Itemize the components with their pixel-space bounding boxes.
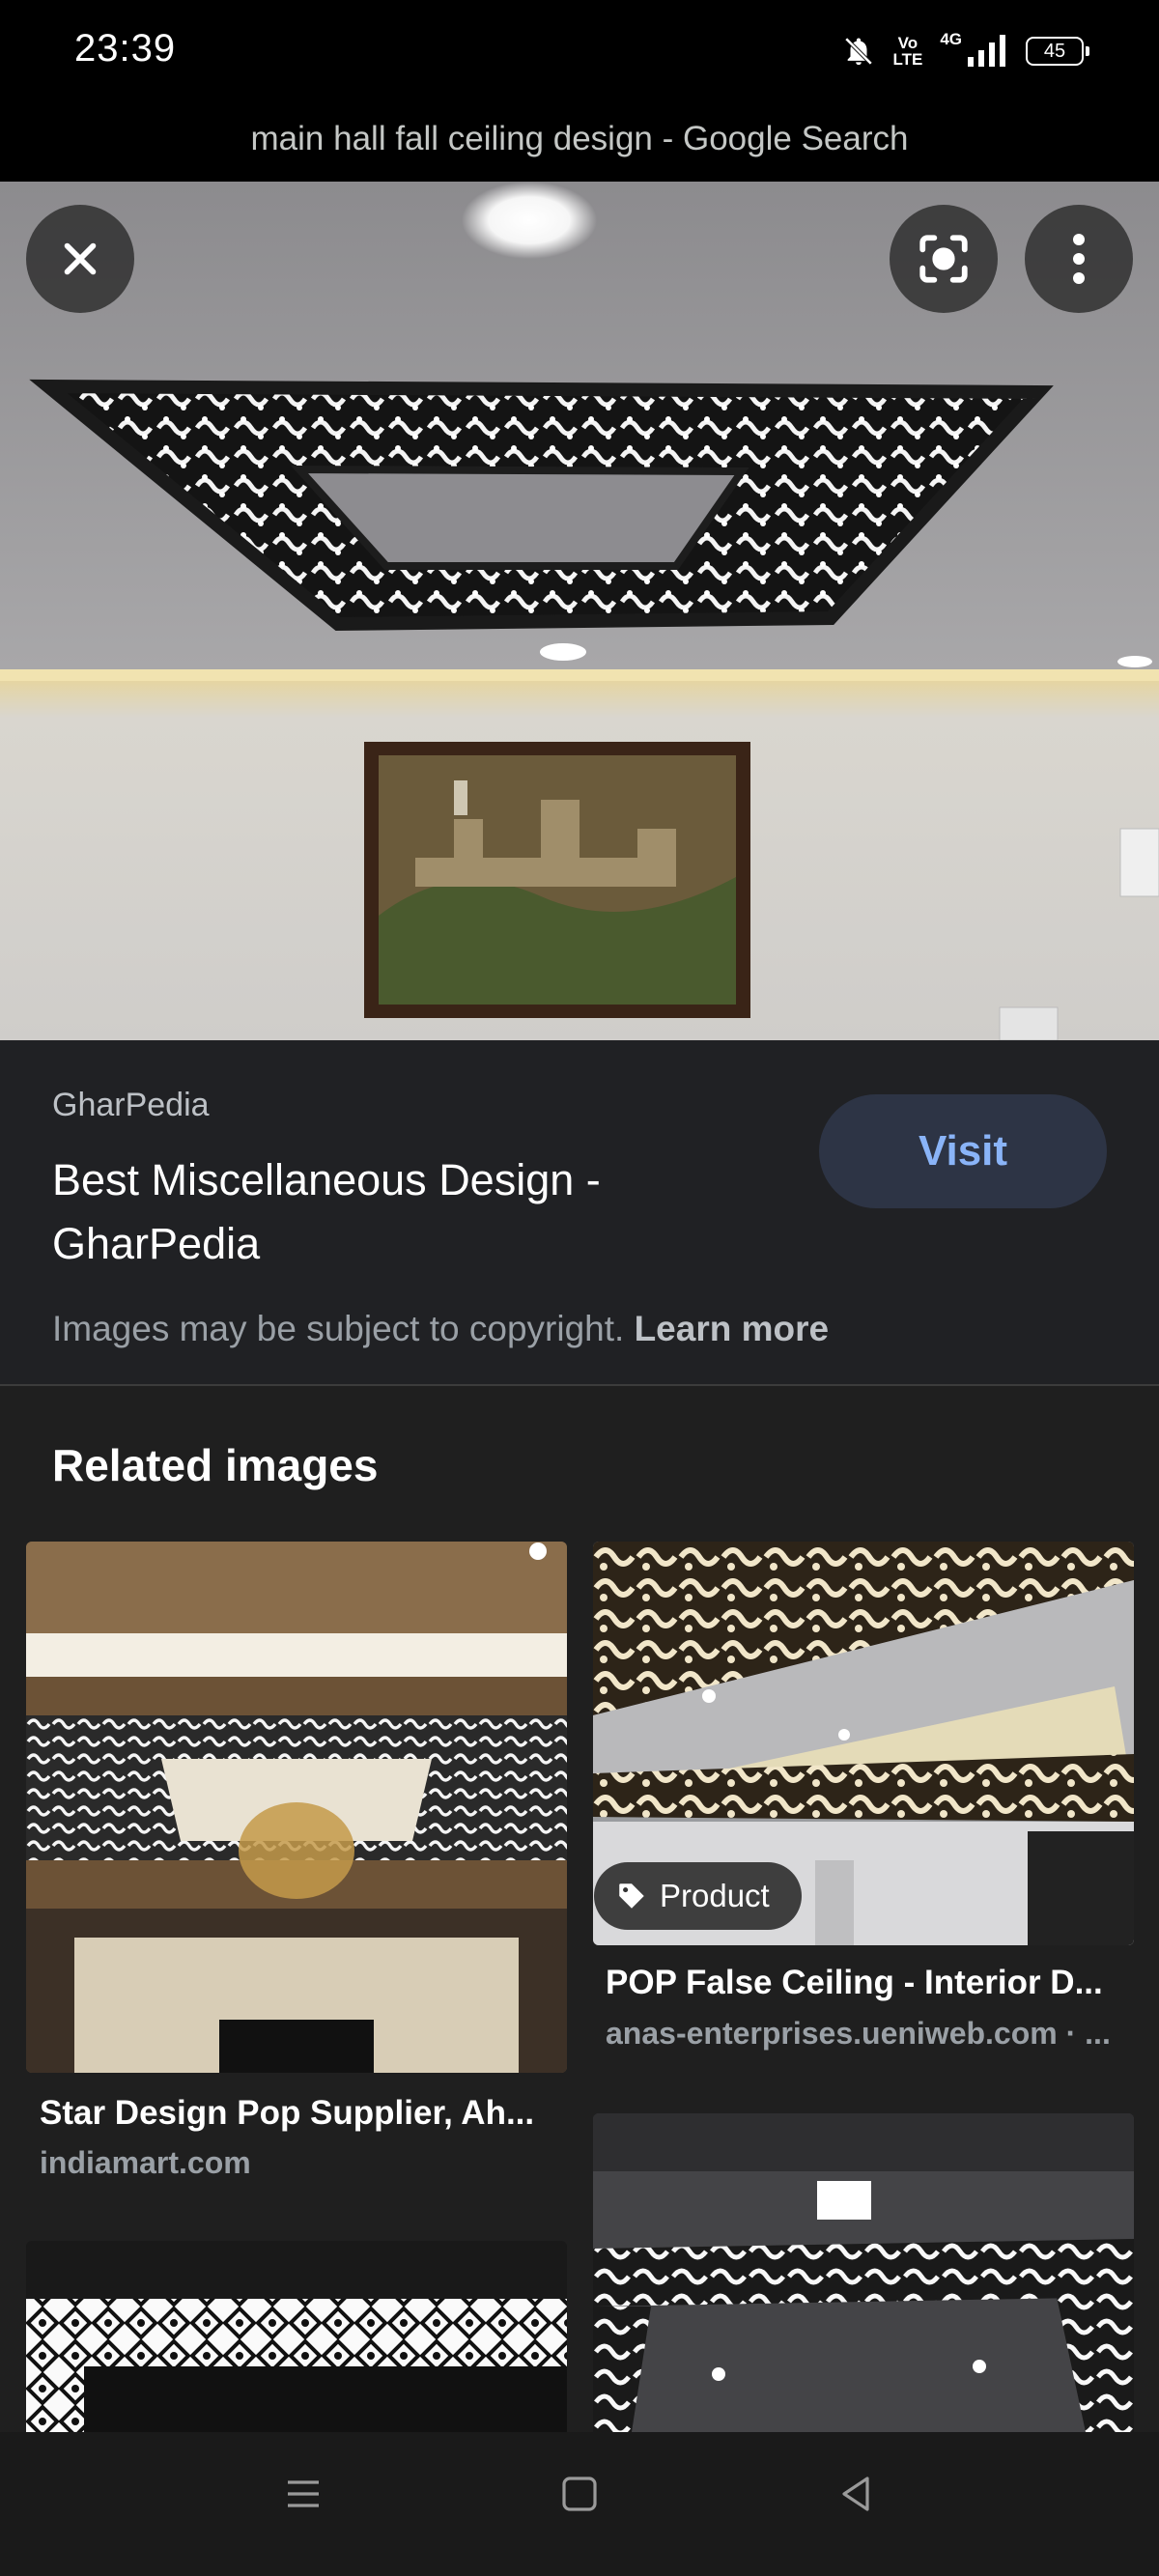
- related-image-4[interactable]: [593, 2113, 1134, 2432]
- related-domain-2: anas-enterprises.ueniweb.com · ...: [606, 2016, 1111, 2051]
- result-info-panel: GharPedia Best Miscellaneous Design - Gh…: [0, 1040, 1159, 1386]
- back-triangle-icon: [842, 2477, 869, 2511]
- status-time: 23:39: [74, 27, 177, 70]
- menu-icon: [288, 2480, 319, 2507]
- source-name[interactable]: GharPedia: [52, 1087, 210, 1124]
- related-title-1[interactable]: Star Design Pop Supplier, Ah...: [40, 2094, 534, 2133]
- tag-icon: [619, 1883, 644, 1909]
- related-image-3[interactable]: [26, 2241, 567, 2432]
- home-square-icon: [562, 2477, 597, 2511]
- visit-button[interactable]: Visit: [819, 1094, 1107, 1208]
- status-bar: 23:39 Vo LTE 4G 45: [0, 0, 1159, 106]
- related-domain-1: indiamart.com: [40, 2145, 251, 2180]
- battery-icon: 45: [1026, 37, 1089, 66]
- more-vert-icon: [1073, 234, 1085, 284]
- related-images-heading: Related images: [52, 1440, 379, 1490]
- status-icons: Vo LTE 4G 45: [842, 27, 1089, 75]
- nav-menu-button[interactable]: [280, 2471, 326, 2522]
- signal-icon: [966, 34, 1008, 69]
- close-icon: [64, 242, 97, 275]
- copyright-notice: Images may be subject to copyright. Lear…: [52, 1309, 829, 1349]
- page-title: main hall fall ceiling design - Google S…: [250, 120, 909, 157]
- volte-indicator: Vo LTE: [892, 34, 923, 69]
- product-chip: Product: [594, 1862, 802, 1930]
- nav-back-button[interactable]: [833, 2471, 879, 2522]
- result-title[interactable]: Best Miscellaneous Design - GharPedia: [52, 1148, 748, 1276]
- selected-image[interactable]: [0, 182, 1159, 1040]
- nav-home-button[interactable]: [556, 2471, 603, 2522]
- learn-more-link[interactable]: Learn more: [635, 1309, 830, 1348]
- system-nav-bar: [0, 2432, 1159, 2576]
- related-image-1[interactable]: [26, 1542, 567, 2073]
- network-type: 4G: [940, 30, 962, 48]
- mute-bell-icon: [842, 35, 875, 68]
- google-lens-button[interactable]: [890, 205, 998, 313]
- more-options-button[interactable]: [1025, 205, 1133, 313]
- title-bar: main hall fall ceiling design - Google S…: [0, 106, 1159, 182]
- related-title-2[interactable]: POP False Ceiling - Interior D...: [606, 1964, 1103, 2002]
- close-button[interactable]: [26, 205, 134, 313]
- copyright-text: Images may be subject to copyright.: [52, 1309, 625, 1348]
- google-lens-icon: [919, 235, 968, 283]
- product-chip-label: Product: [660, 1878, 770, 1913]
